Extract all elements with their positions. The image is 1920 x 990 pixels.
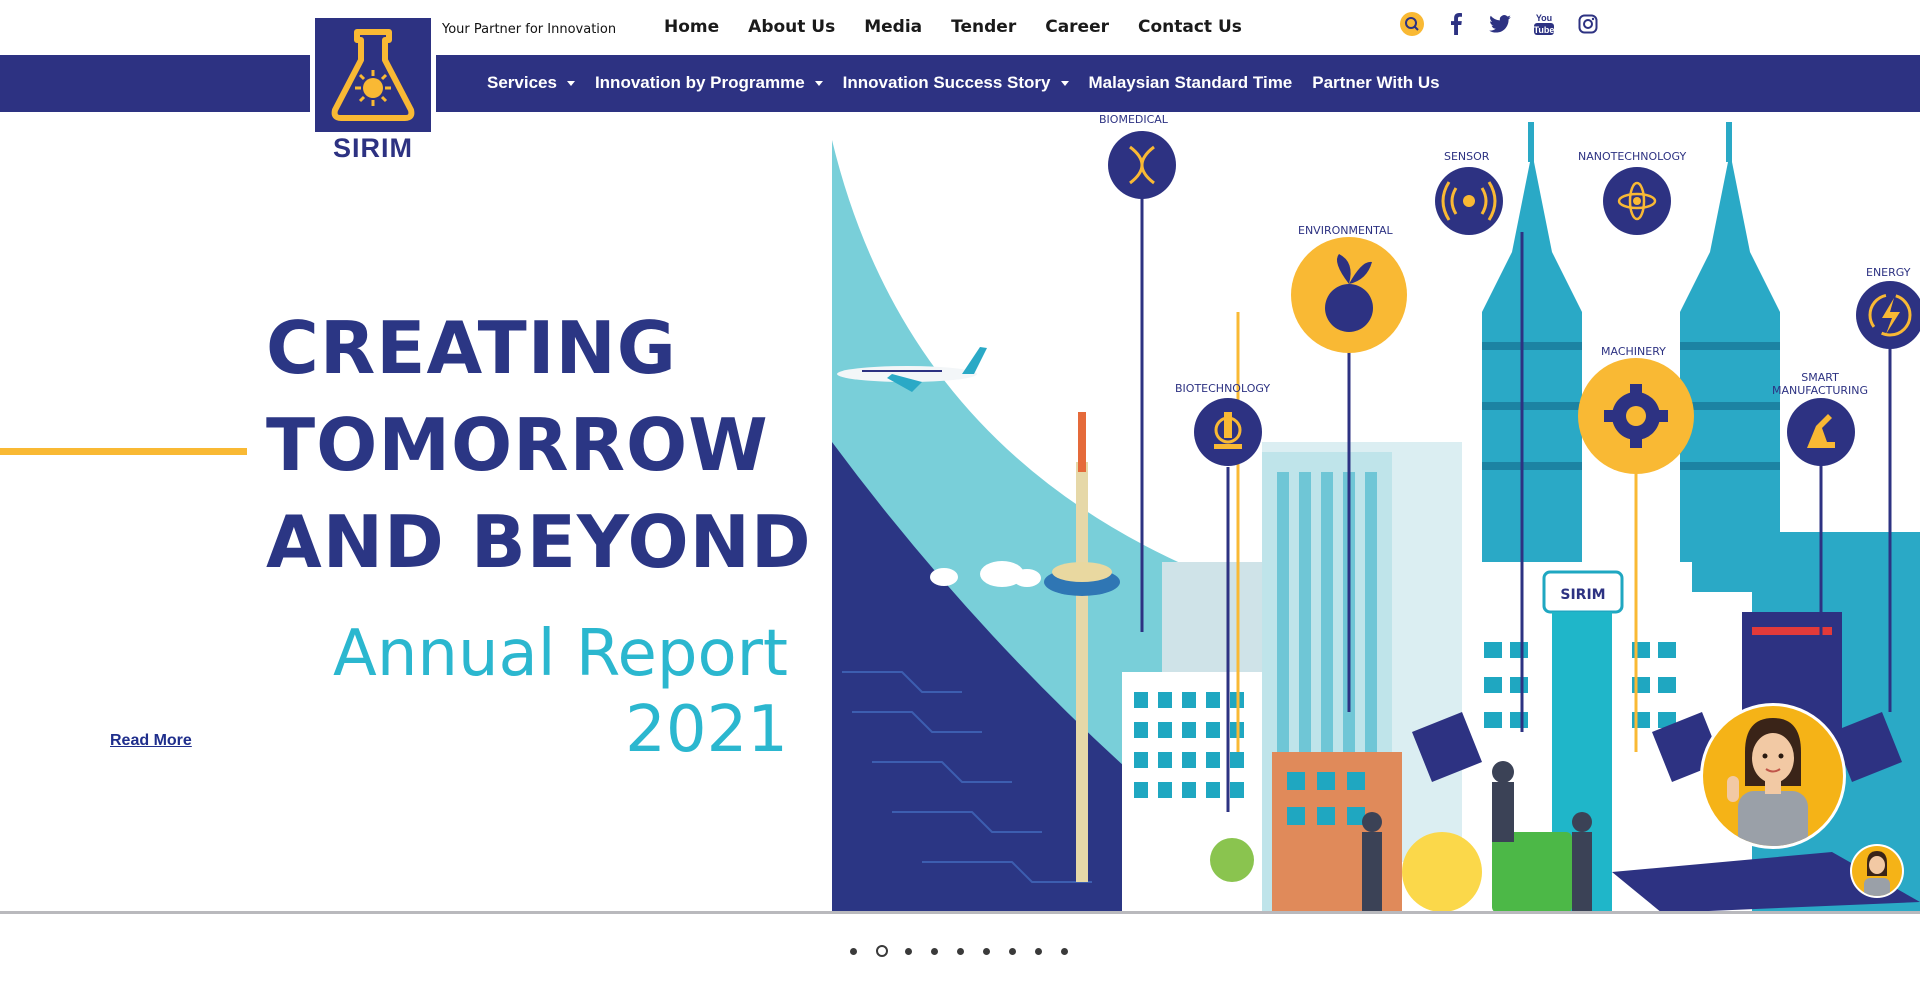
- label-manufacturing: MANUFACTURING: [1772, 384, 1869, 397]
- carousel-dot-4[interactable]: [931, 947, 938, 955]
- subtitle-line-2: 2021: [625, 693, 788, 767]
- headline-line-2: TOMORROW: [266, 403, 769, 487]
- svg-text:Tube: Tube: [1534, 25, 1555, 35]
- read-more-link[interactable]: Read More: [110, 732, 192, 750]
- carousel-dot-1[interactable]: [850, 947, 857, 955]
- facebook-icon[interactable]: [1444, 12, 1468, 36]
- nav-partner-with-us[interactable]: Partner With Us: [1312, 73, 1439, 93]
- carousel-dot-9[interactable]: [1061, 947, 1068, 955]
- carousel-dot-3[interactable]: [905, 947, 912, 955]
- subtitle-line-1: Annual Report: [333, 617, 788, 691]
- hero-slide: CREATING TOMORROW AND BEYOND Annual Repo…: [0, 112, 1920, 913]
- carousel-dot-7[interactable]: [1009, 947, 1016, 955]
- youtube-icon[interactable]: You Tube: [1532, 12, 1556, 36]
- label-energy: ENERGY: [1866, 266, 1911, 279]
- headline-line-3: AND BEYOND: [266, 500, 812, 584]
- instagram-icon[interactable]: [1576, 12, 1600, 36]
- hero-bottom-shadow: [0, 911, 1920, 914]
- nav-innovation-by-programme[interactable]: Innovation by Programme: [595, 73, 823, 93]
- accent-line: [0, 448, 247, 455]
- caret-down-icon: [814, 80, 823, 86]
- label-biomedical: BIOMEDICAL: [1099, 113, 1168, 126]
- nav-services[interactable]: Services: [487, 73, 575, 93]
- nav-about-us[interactable]: About Us: [748, 17, 835, 37]
- nav-career[interactable]: Career: [1045, 17, 1109, 37]
- assistant-mini-icon: [1864, 851, 1890, 896]
- label-smart: SMART: [1801, 371, 1839, 384]
- svg-text:You: You: [1536, 13, 1552, 23]
- label-environmental: ENVIRONMENTAL: [1298, 224, 1393, 237]
- carousel-dot-5[interactable]: [957, 947, 964, 955]
- hero-subtitle: Annual Report 2021: [333, 616, 788, 768]
- top-nav: Home About Us Media Tender Career Contac…: [664, 17, 1271, 37]
- chat-launcher-avatar[interactable]: [1852, 846, 1902, 896]
- caret-down-icon: [1060, 80, 1069, 86]
- main-nav: Services Innovation by Programme Innovat…: [487, 73, 1460, 93]
- nav-contact-us[interactable]: Contact Us: [1138, 17, 1242, 37]
- nav-media[interactable]: Media: [864, 17, 922, 37]
- sirim-building-sign: SIRIM: [1560, 587, 1605, 603]
- carousel-dot-6[interactable]: [983, 947, 990, 955]
- chat-assistant-avatar[interactable]: [1703, 706, 1843, 846]
- label-sensor: SENSOR: [1444, 150, 1490, 163]
- carousel-dots: [850, 945, 1087, 957]
- nav-tender[interactable]: Tender: [951, 17, 1016, 37]
- carousel-dot-2-active[interactable]: [876, 945, 888, 957]
- logo-emblem: [315, 18, 431, 132]
- label-smart-manufacturing: SMART MANUFACTURING: [1772, 371, 1868, 397]
- nav-home[interactable]: Home: [664, 17, 719, 37]
- carousel-dot-8[interactable]: [1035, 947, 1042, 955]
- logo-wordmark: SIRIM: [332, 133, 413, 163]
- sirim-logo[interactable]: SIRIM: [310, 16, 436, 162]
- tagline: Your Partner for Innovation: [442, 22, 617, 37]
- twitter-icon[interactable]: [1488, 12, 1512, 36]
- nav-innovation-success-story[interactable]: Innovation Success Story: [843, 73, 1069, 93]
- hero-headline: CREATING TOMORROW AND BEYOND: [266, 300, 812, 591]
- caret-down-icon: [566, 80, 575, 86]
- label-biotechnology: BIOTECHNOLOGY: [1175, 382, 1271, 395]
- nav-malaysian-standard-time[interactable]: Malaysian Standard Time: [1089, 73, 1293, 93]
- top-bar: Your Partner for Innovation Home About U…: [0, 0, 1920, 55]
- label-nanotechnology: NANOTECHNOLOGY: [1578, 150, 1687, 163]
- search-icon[interactable]: [1400, 12, 1424, 36]
- label-machinery: MACHINERY: [1601, 345, 1666, 358]
- social-links: You Tube: [1400, 12, 1620, 36]
- headline-line-1: CREATING: [266, 306, 677, 390]
- assistant-character-icon: [1727, 718, 1808, 846]
